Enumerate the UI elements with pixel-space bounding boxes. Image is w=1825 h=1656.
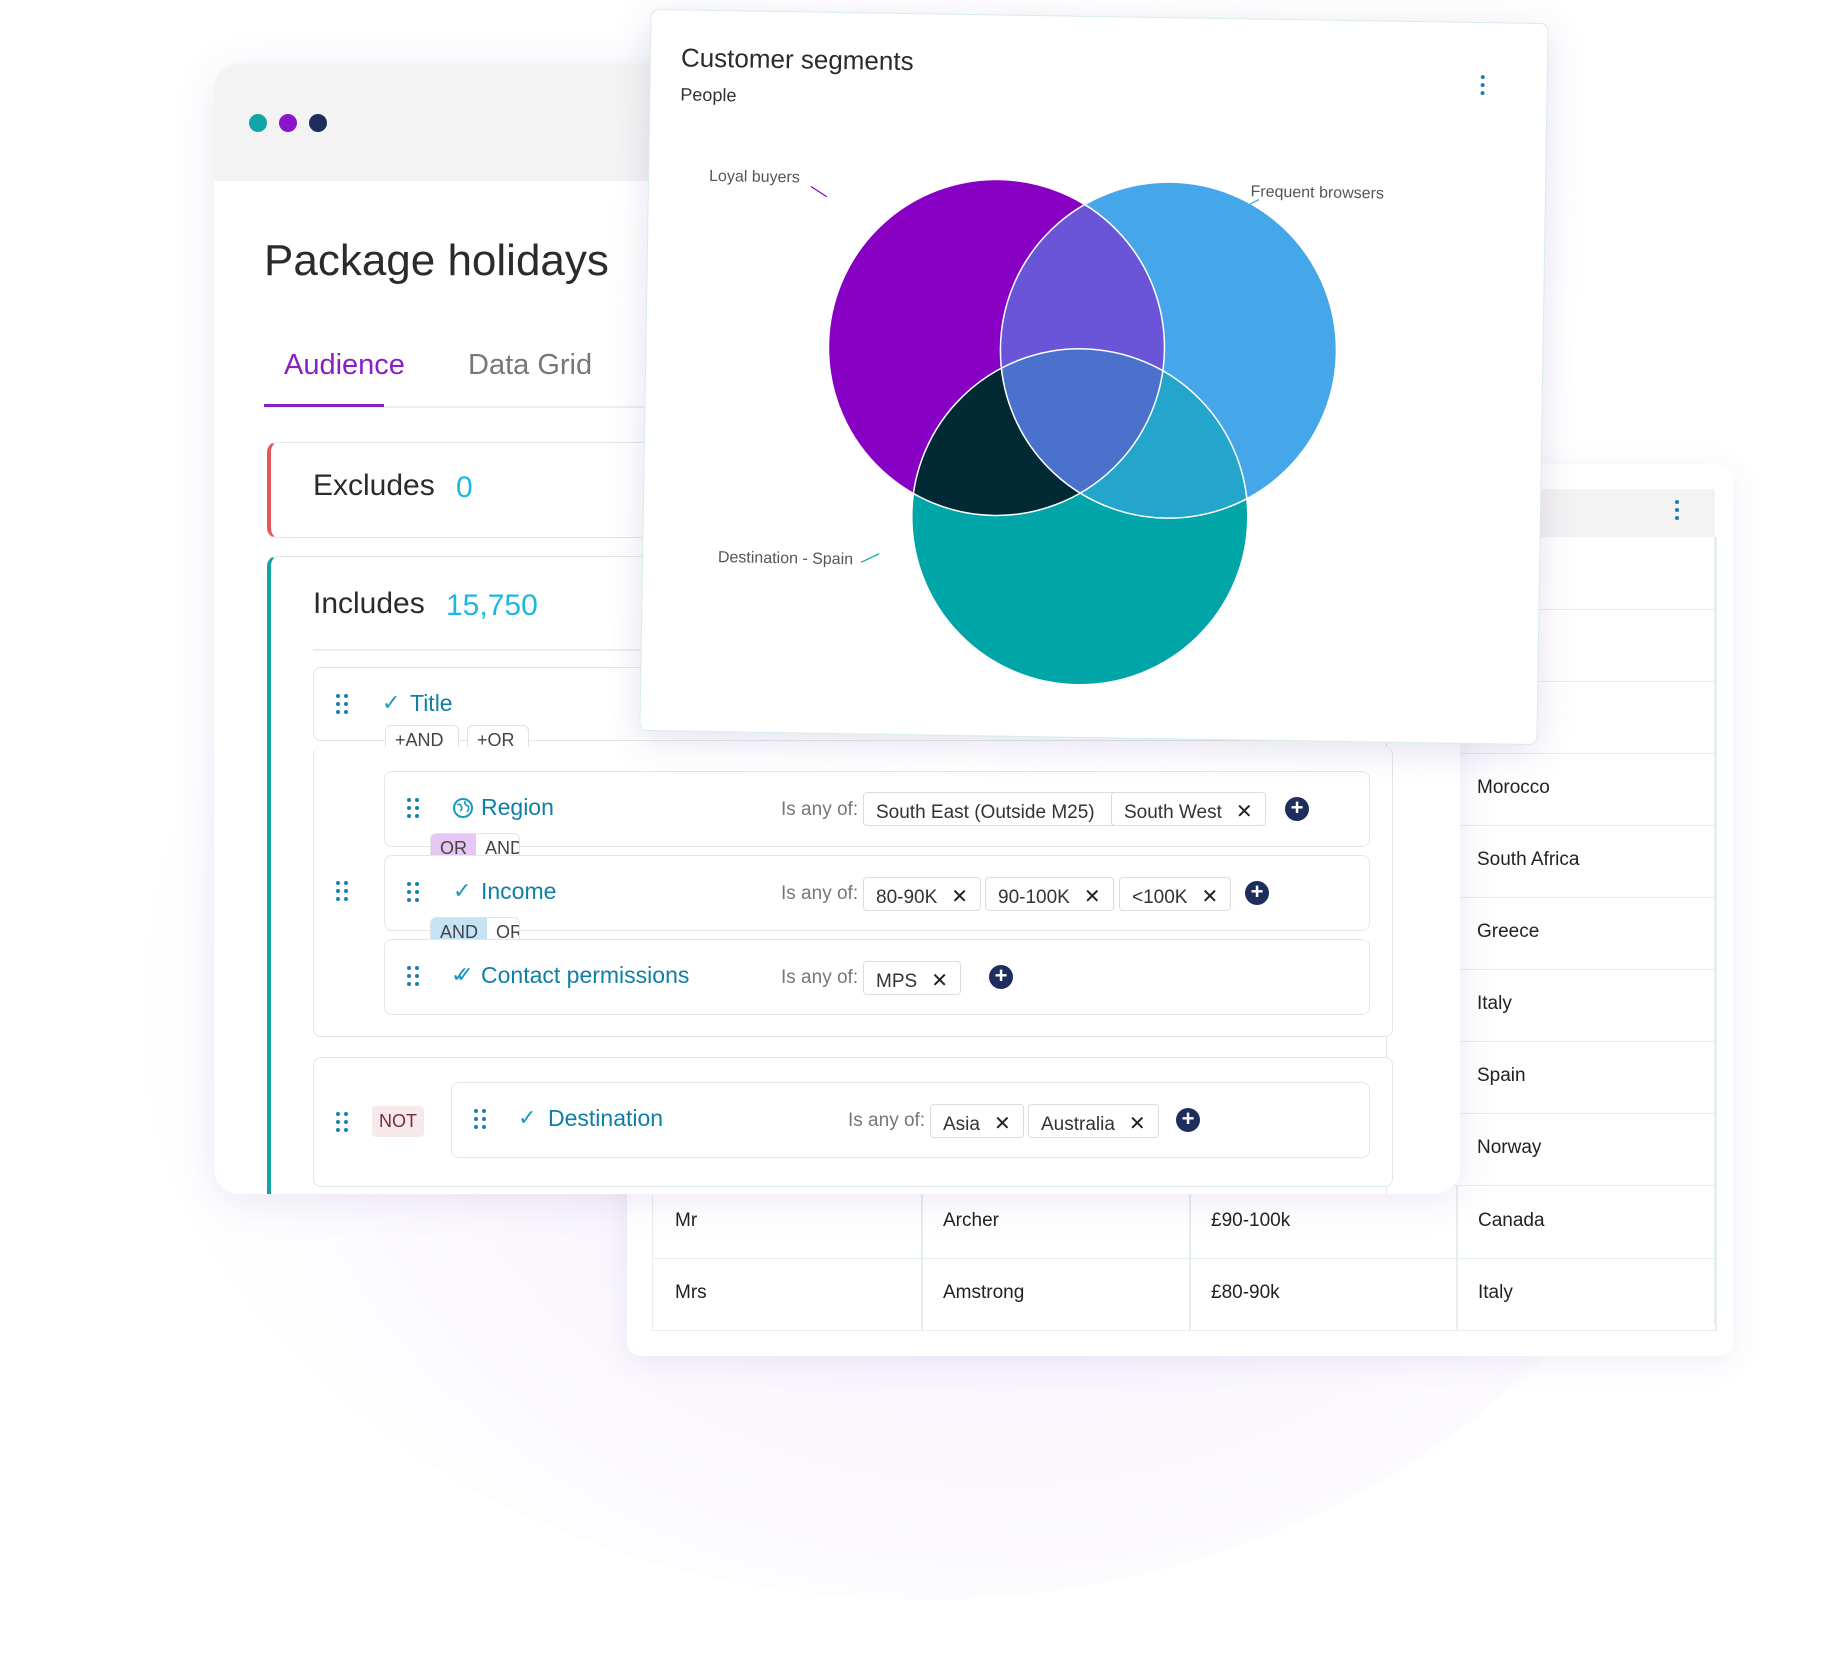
add-value-icon[interactable]: +: [1176, 1108, 1200, 1132]
column-divider: [1456, 1186, 1458, 1258]
globe-icon: [453, 798, 473, 818]
column-divider: [921, 1258, 923, 1330]
region-value-chip[interactable]: South West ✕: [1111, 792, 1266, 826]
active-tab-indicator: [264, 404, 384, 407]
includes-label: Includes: [313, 587, 425, 620]
drag-handle-icon[interactable]: [336, 694, 350, 716]
remove-chip-icon[interactable]: ✕: [1129, 1113, 1146, 1135]
destination-cell: Spain: [1477, 1065, 1526, 1086]
income-cell: £80-90k: [1211, 1282, 1280, 1303]
income-field-label: Income: [481, 878, 557, 904]
check-icon: ✓: [382, 690, 401, 715]
column-divider: [1189, 1186, 1191, 1258]
destination-cell: Italy: [1477, 993, 1512, 1014]
destination-value-chip[interactable]: Australia ✕: [1028, 1104, 1159, 1138]
page-title: Package holidays: [264, 236, 609, 285]
not-rule-group: NOT ✓ Destination Is any of: Asia ✕ Austr…: [313, 1057, 1393, 1187]
drag-handle-icon[interactable]: [407, 798, 421, 820]
income-value-chip[interactable]: <100K ✕: [1119, 877, 1232, 911]
column-divider: [921, 1186, 923, 1258]
check-icon: ✓: [453, 878, 472, 903]
check-icon: ✓: [518, 1105, 537, 1130]
rule-group: Region Is any of: South East (Outside M2…: [313, 747, 1393, 1037]
chip-label: Australia: [1041, 1114, 1115, 1135]
chip-label: MPS: [876, 971, 918, 992]
chip-label: 90-100K: [998, 887, 1070, 908]
table-row: Mrs Amstrong £80-90k Italy: [652, 1258, 1716, 1331]
table-row: Mr Archer £90-100k Canada: [652, 1185, 1716, 1259]
window-dot-teal: [249, 114, 267, 132]
chip-label: South West: [1124, 802, 1222, 823]
destination-rule[interactable]: ✓ Destination Is any of: Asia ✕ Australia…: [451, 1082, 1370, 1158]
includes-count: 15,750: [446, 589, 538, 622]
income-value-chip[interactable]: 80-90K ✕: [863, 877, 982, 911]
venn-label: Destination - Spain: [718, 549, 853, 568]
destination-cell: Norway: [1477, 1137, 1542, 1158]
drag-handle-icon[interactable]: [407, 882, 421, 904]
region-rule[interactable]: Region Is any of: South East (Outside M2…: [384, 771, 1370, 847]
contact-permissions-operator: Is any of:: [781, 967, 859, 988]
remove-chip-icon[interactable]: ✕: [931, 970, 948, 992]
remove-chip-icon[interactable]: ✕: [1084, 886, 1101, 908]
destination-cell: Greece: [1477, 921, 1540, 942]
destination-cell: Canada: [1478, 1210, 1545, 1231]
income-rule[interactable]: ✓ Income Is any of: 80-90K ✕ 90-100K ✕ <10…: [384, 855, 1370, 931]
add-value-icon[interactable]: +: [1285, 797, 1309, 821]
group-drag-handle-icon[interactable]: [336, 1112, 350, 1134]
drag-handle-icon[interactable]: [407, 966, 421, 988]
contact-permissions-field-label: Contact permissions: [481, 962, 690, 988]
contact-permissions-value-chip[interactable]: MPS ✕: [863, 961, 961, 995]
excludes-label: Excludes: [313, 469, 435, 502]
income-cell: £90-100k: [1211, 1210, 1291, 1231]
remove-chip-icon[interactable]: ✕: [1201, 886, 1218, 908]
excludes-count: 0: [456, 471, 473, 504]
destination-value-chip[interactable]: Asia ✕: [930, 1104, 1024, 1138]
remove-chip-icon[interactable]: ✕: [994, 1113, 1011, 1135]
column-divider: [1456, 1258, 1458, 1330]
window-dot-purple: [279, 114, 297, 132]
remove-chip-icon[interactable]: ✕: [1236, 801, 1253, 823]
chip-label: <100K: [1132, 887, 1188, 908]
chart-card: Customer segments People Loyal buyers Fre…: [639, 8, 1549, 746]
drag-handle-icon[interactable]: [474, 1109, 488, 1131]
income-value-chip[interactable]: 90-100K ✕: [985, 877, 1114, 911]
surname-cell: Amstrong: [943, 1282, 1025, 1303]
tab-audience[interactable]: Audience: [284, 349, 405, 382]
destination-cell: South Africa: [1477, 849, 1580, 870]
group-drag-handle-icon[interactable]: [336, 881, 350, 903]
destination-field-label: Destination: [548, 1105, 664, 1131]
venn-label: Frequent browsers: [1250, 183, 1384, 202]
venn-label-leader: [860, 553, 880, 563]
tab-data-grid[interactable]: Data Grid: [468, 349, 592, 382]
venn-label-leader: [810, 186, 828, 198]
add-value-icon[interactable]: +: [989, 965, 1013, 989]
region-value-chip[interactable]: South East (Outside M25)✕: [863, 792, 1139, 826]
chip-label: 80-90K: [876, 887, 938, 908]
chip-label: South East (Outside M25): [876, 802, 1095, 823]
remove-chip-icon[interactable]: ✕: [951, 886, 968, 908]
contact-permissions-rule[interactable]: ✓✓ Contact permissions Is any of: MPS ✕ +: [384, 939, 1370, 1015]
destination-operator: Is any of:: [848, 1110, 926, 1131]
region-field-label: Region: [481, 794, 554, 820]
not-badge[interactable]: NOT: [372, 1106, 424, 1137]
surname-cell: Archer: [943, 1210, 999, 1231]
venn-diagram: Loyal buyers Frequent browsers Destination…: [709, 168, 1384, 686]
chip-label: Asia: [943, 1114, 980, 1135]
grid-right-border: [1715, 537, 1717, 1331]
destination-cell: Italy: [1478, 1282, 1513, 1303]
income-operator: Is any of:: [781, 883, 859, 904]
add-value-icon[interactable]: +: [1245, 881, 1269, 905]
region-operator: Is any of:: [781, 799, 859, 820]
window-dot-navy: [309, 114, 327, 132]
grid-menu-icon[interactable]: [1675, 500, 1681, 524]
destination-cell: Morocco: [1477, 777, 1550, 798]
title-cell: Mr: [675, 1210, 698, 1231]
column-divider: [1189, 1258, 1191, 1330]
double-check-icon: ✓✓: [451, 962, 474, 987]
venn-label: Loyal buyers: [709, 168, 800, 186]
title-field-label: Title: [410, 690, 453, 716]
title-cell: Mrs: [675, 1282, 707, 1303]
